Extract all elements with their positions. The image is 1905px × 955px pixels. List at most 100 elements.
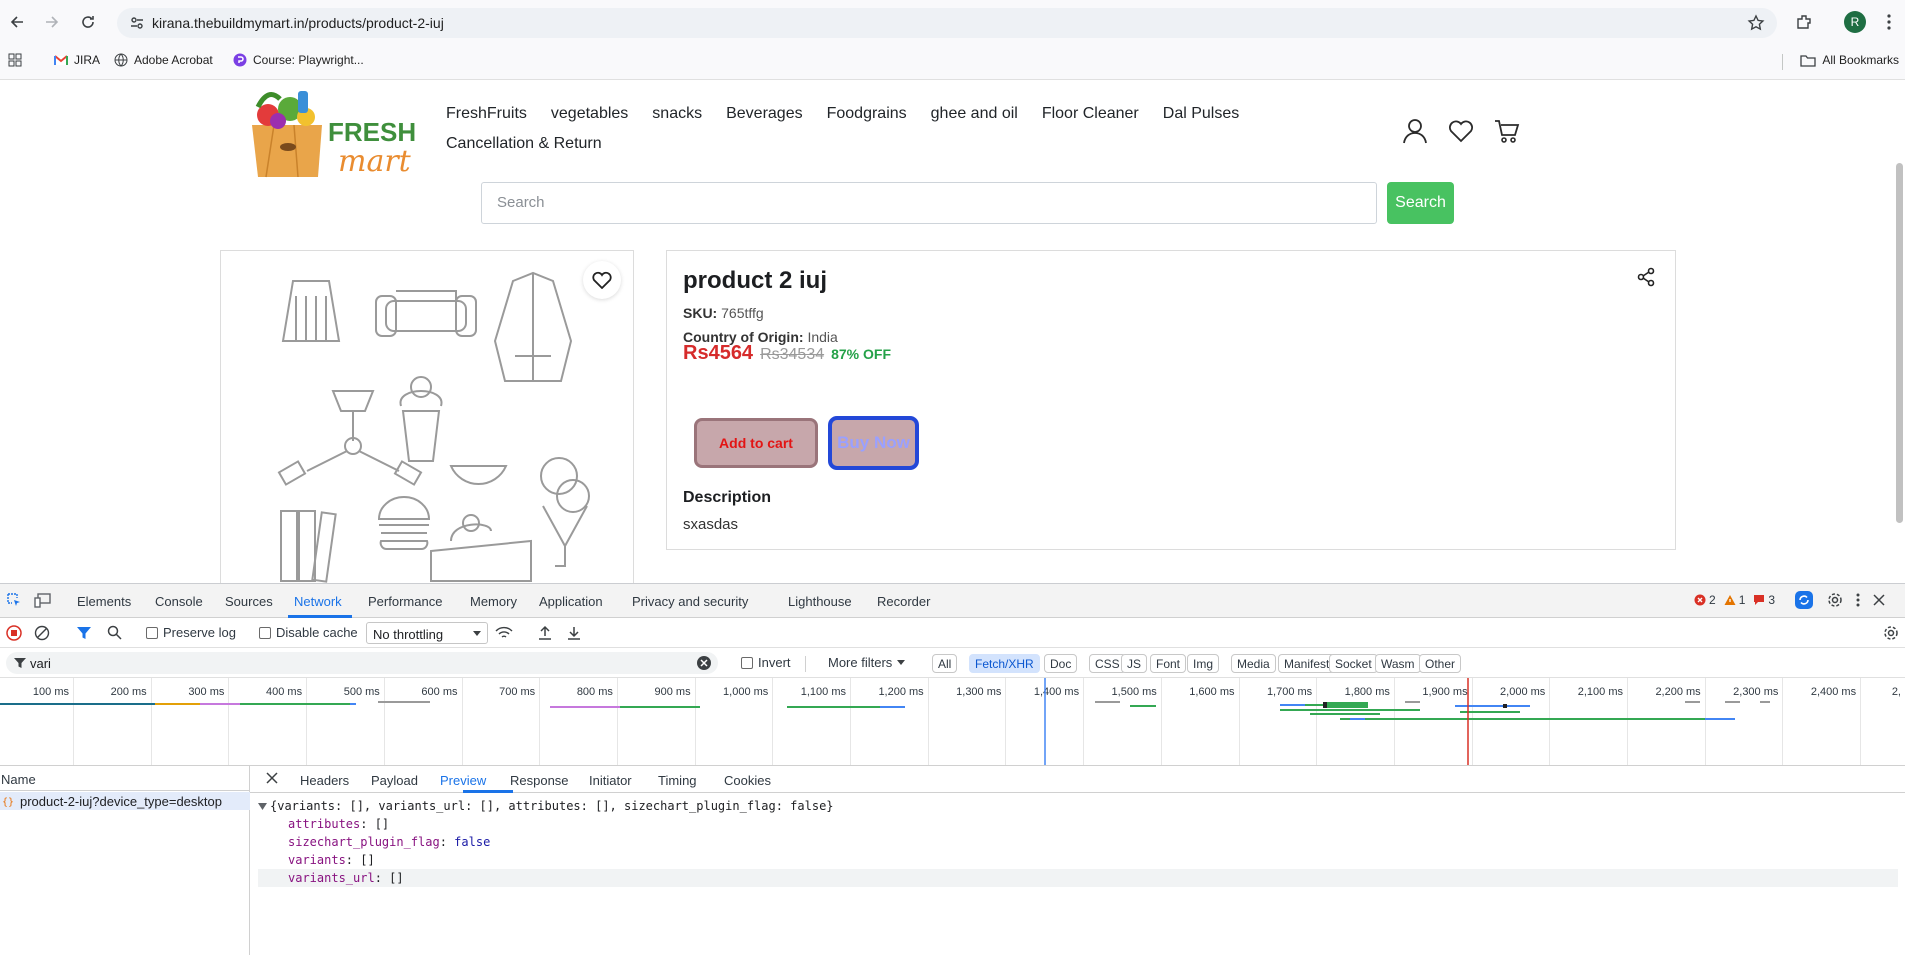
nav-item[interactable]: Beverages [726, 105, 803, 123]
tab-sources[interactable]: Sources [225, 594, 273, 609]
settings-gear-icon[interactable] [1827, 592, 1843, 608]
device-toolbar-icon[interactable] [34, 592, 52, 608]
filter-chip-media[interactable]: Media [1231, 654, 1276, 673]
import-har-icon[interactable] [538, 625, 552, 641]
page-scrollbar[interactable] [1896, 163, 1903, 523]
filter-chip-wasm[interactable]: Wasm [1375, 654, 1421, 673]
filter-chip-js[interactable]: JS [1121, 654, 1148, 673]
product-search-input[interactable]: Search [481, 182, 1377, 224]
detail-tab-initiator[interactable]: Initiator [589, 773, 632, 788]
preview-property-row[interactable]: variants_url: [] [258, 869, 1898, 887]
preview-property-row[interactable]: sizechart_plugin_flag: false [258, 833, 1898, 851]
tab-application[interactable]: Application [539, 594, 603, 609]
detail-tab-cookies[interactable]: Cookies [724, 773, 771, 788]
close-devtools-icon[interactable] [1873, 594, 1885, 606]
site-info-icon[interactable] [129, 15, 145, 31]
apps-icon[interactable] [8, 53, 22, 67]
profile-avatar[interactable]: R [1843, 10, 1867, 34]
tab-elements[interactable]: Elements [77, 594, 131, 609]
filter-chip-font[interactable]: Font [1150, 654, 1187, 673]
sku-value: 765tffg [721, 305, 764, 321]
inspect-element-icon[interactable] [6, 592, 22, 608]
filter-chip-doc[interactable]: Doc [1044, 654, 1078, 673]
filter-chip-img[interactable]: Img [1187, 654, 1220, 673]
devtools-issue-counters[interactable]: 2 1 3 [1694, 593, 1775, 607]
bookmark-jira[interactable]: JIRA [54, 53, 100, 67]
tab-privacy-and-security[interactable]: Privacy and security [632, 594, 748, 609]
share-icon[interactable] [1636, 267, 1656, 287]
close-detail-icon[interactable] [266, 772, 278, 784]
preview-summary-row[interactable]: {variants: [], variants_url: [], attribu… [258, 797, 1898, 815]
disable-cache-checkbox[interactable]: Disable cache [259, 625, 358, 640]
network-timeline-overview[interactable]: 100 ms 200 ms 300 ms 400 ms 500 ms 600 ms 700 … [0, 678, 1905, 766]
wishlist-heart-icon[interactable] [1448, 118, 1474, 144]
back-icon[interactable] [5, 10, 29, 34]
nav-item[interactable]: vegetables [551, 105, 628, 123]
nav-item[interactable]: Cancellation & Return [446, 135, 602, 153]
detail-tab-timing[interactable]: Timing [658, 773, 697, 788]
filter-chip-manifest[interactable]: Manifest [1278, 654, 1336, 673]
nav-row-1: FreshFruits vegetables snacks Beverages Food… [446, 105, 1246, 123]
tab-performance[interactable]: Performance [368, 594, 442, 609]
add-to-cart-button[interactable]: Add to cart [694, 418, 818, 468]
detail-tab-preview[interactable]: Preview [440, 773, 486, 788]
user-account-icon[interactable] [1402, 118, 1428, 144]
more-options-icon[interactable] [1856, 593, 1860, 607]
filter-chip-other[interactable]: Other [1419, 654, 1462, 673]
course-icon [233, 53, 247, 67]
preview-property-row[interactable]: variants: [] [258, 851, 1898, 869]
nav-item[interactable]: Foodgrains [827, 105, 907, 123]
preview-property-row[interactable]: attributes: [] [258, 815, 1898, 833]
nav-item[interactable]: Floor Cleaner [1042, 105, 1139, 123]
active-detail-tab-indicator [463, 790, 513, 793]
preserve-log-checkbox[interactable]: Preserve log [146, 625, 236, 640]
profile-initial: R [1844, 11, 1866, 33]
export-har-icon[interactable] [567, 625, 581, 641]
ai-assistance-icon[interactable] [1794, 590, 1814, 610]
name-column-header[interactable]: Name [0, 766, 250, 791]
tab-console[interactable]: Console [155, 594, 203, 609]
tab-network[interactable]: Network [294, 594, 342, 609]
address-bar[interactable]: kirana.thebuildmymart.in/products/produc… [117, 8, 1777, 38]
bookmark-course-playwright[interactable]: Course: Playwright... [233, 53, 364, 67]
clear-filter-icon[interactable] [696, 655, 712, 671]
search-icon[interactable] [107, 625, 122, 640]
preview-summary: {variants: [], variants_url: [], attribu… [270, 799, 834, 813]
tab-recorder[interactable]: Recorder [877, 594, 930, 609]
reload-icon[interactable] [76, 10, 100, 34]
network-settings-gear-icon[interactable] [1883, 625, 1899, 641]
nav-item[interactable]: ghee and oil [931, 105, 1018, 123]
tab-lighthouse[interactable]: Lighthouse [788, 594, 852, 609]
nav-item[interactable]: snacks [652, 105, 702, 123]
web-page: FRESH mart FreshFruits vegetables snacks Be… [0, 81, 1905, 583]
browser-menu-icon[interactable] [1877, 10, 1901, 34]
add-to-wishlist-button[interactable] [583, 261, 621, 299]
request-row[interactable]: {} product-2-iuj?device_type=desktop [0, 792, 250, 810]
filter-chip-socket[interactable]: Socket [1329, 654, 1378, 673]
more-filters-dropdown[interactable]: More filters [828, 655, 906, 670]
extensions-icon[interactable] [1792, 10, 1816, 34]
search-button[interactable]: Search [1387, 182, 1454, 224]
fresh-mart-logo[interactable]: FRESH mart [244, 85, 416, 183]
filter-funnel-icon[interactable] [76, 625, 92, 641]
filter-chip-fetch-xhr[interactable]: Fetch/XHR [969, 654, 1040, 673]
buy-now-button[interactable]: Buy Now [828, 416, 919, 470]
filter-chip-all[interactable]: All [932, 654, 958, 673]
filter-input[interactable]: vari [6, 652, 718, 674]
nav-item[interactable]: FreshFruits [446, 105, 527, 123]
clear-log-icon[interactable] [34, 625, 50, 641]
detail-tab-payload[interactable]: Payload [371, 773, 418, 788]
invert-checkbox[interactable]: Invert [741, 655, 791, 670]
detail-tab-response[interactable]: Response [510, 773, 569, 788]
record-stop-icon[interactable] [6, 625, 22, 641]
throttling-select[interactable]: No throttling [366, 622, 488, 644]
detail-tab-headers[interactable]: Headers [300, 773, 349, 788]
tab-memory[interactable]: Memory [470, 594, 517, 609]
network-conditions-icon[interactable] [495, 625, 513, 641]
bookmark-adobe-acrobat[interactable]: Adobe Acrobat [114, 53, 213, 67]
cart-icon[interactable] [1494, 118, 1520, 144]
all-bookmarks-button[interactable]: All Bookmarks [1800, 53, 1899, 67]
forward-icon[interactable] [40, 10, 64, 34]
nav-item[interactable]: Dal Pulses [1163, 105, 1239, 123]
bookmark-star-icon[interactable] [1747, 14, 1765, 32]
